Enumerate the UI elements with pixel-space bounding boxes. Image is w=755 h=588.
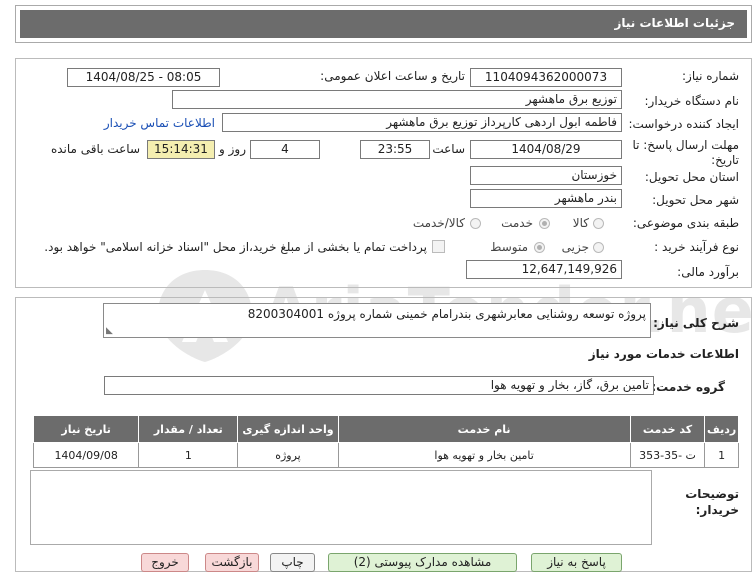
remaining-time-field: 15:14:31 [147,140,215,159]
province-label: استان محل تحویل: [644,170,739,184]
service-group-label: گروه خدمت: [651,380,725,394]
process-label: نوع فرآیند خرید : [654,240,739,254]
back-button[interactable]: بازگشت [205,553,259,572]
reply-button[interactable]: پاسخ به نیاز [531,553,622,572]
print-button[interactable]: چاپ [270,553,315,572]
category-option-both: کالا/خدمت [412,216,465,230]
cell-qty: 1 [138,442,239,468]
cell-unit: پروژه [237,442,339,468]
buyer-org-label: نام دستگاه خریدار: [644,94,740,108]
col-date: تاریخ نیاز [32,415,140,443]
col-unit: واحد اندازه گیری [237,415,339,443]
col-qty: تعداد / مقدار [138,415,239,443]
category-option-goods: کالا [572,216,589,230]
col-row: ردیف [704,415,739,443]
remaining-word: ساعت باقی مانده [50,142,140,156]
budget-field: 12,647,149,926 [466,260,622,279]
city-field: بندر ماهشهر [470,189,622,208]
city-label: شهر محل تحویل: [652,193,739,207]
category-option-service: خدمت [501,216,533,230]
table-row: 1 ت -35-353 تامین بخار و تهویه هوا پروژه… [32,442,739,468]
deadline-time-field: 23:55 [360,140,430,159]
attachments-button[interactable]: مشاهده مدارک پیوستی (2) [328,553,517,572]
service-group-field: تامین برق، گاز، بخار و تهویه هوا [104,376,654,395]
header-panel: جزئیات اطلاعات نیاز [15,5,752,43]
header-bar: جزئیات اطلاعات نیاز [20,10,747,38]
col-name: نام خدمت [337,415,631,443]
summary-text: پروژه توسعه روشنایی معابرشهری بندرامام خ… [247,307,646,321]
cell-name: تامین بخار و تهویه هوا [337,442,631,468]
deadline-label: مهلت ارسال پاسخ: تا تاریخ: [632,138,739,167]
buyer-notes-label: توضیحات خریدار: [685,487,739,517]
deadline-time-word: ساعت [432,142,465,156]
process-radio-minor[interactable] [593,242,604,253]
province-field: خوزستان [470,166,622,185]
process-radio-medium[interactable] [534,242,545,253]
col-code: کد خدمت [629,415,706,443]
process-option-medium: متوسط [490,240,528,254]
days-field: 4 [250,140,320,159]
process-option-minor: جزیی [561,240,589,254]
announce-label: تاریخ و ساعت اعلان عمومی: [320,69,465,83]
summary-label: شرح کلی نیاز: [653,316,739,330]
contact-link[interactable]: اطلاعات تماس خریدار [104,116,215,130]
deadline-date-field: 1404/08/29 [470,140,622,159]
table-header-row: ردیف کد خدمت نام خدمت واحد اندازه گیری ت… [32,415,739,443]
budget-label: برآورد مالی: [677,265,739,279]
services-table: ردیف کد خدمت نام خدمت واحد اندازه گیری ت… [32,415,739,468]
summary-textarea: پروژه توسعه روشنایی معابرشهری بندرامام خ… [103,303,651,338]
days-word: روز و [219,142,246,156]
page-title: جزئیات اطلاعات نیاز [614,16,735,30]
need-number-field: 1104094362000073 [470,68,622,87]
category-radio-both[interactable] [470,218,481,229]
creator-label: ایجاد کننده درخواست: [628,117,739,131]
resize-grip-icon: ◣ [106,326,113,336]
category-label: طبقه بندی موضوعی: [632,216,739,230]
exit-button[interactable]: خروج [141,553,189,572]
creator-field: فاطمه ابول اردهی کارپرداز توزیع برق ماهش… [222,113,622,132]
cell-code: ت -35-353 [629,442,706,468]
cell-date: 1404/09/08 [32,442,140,468]
category-radio-service[interactable] [539,218,550,229]
announce-field: 1404/08/25 - 08:05 [67,68,220,87]
buyer-notes-textarea [30,470,652,545]
cell-row: 1 [704,442,739,468]
treasury-checkbox[interactable] [432,240,445,253]
need-number-label: شماره نیاز: [682,69,739,83]
category-radio-goods[interactable] [593,218,604,229]
services-title: اطلاعات خدمات مورد نیاز [588,347,739,361]
buyer-org-field: توزیع برق ماهشهر [172,90,622,109]
payment-note: پرداخت تمام یا بخشی از مبلغ خرید،از محل … [44,240,427,254]
